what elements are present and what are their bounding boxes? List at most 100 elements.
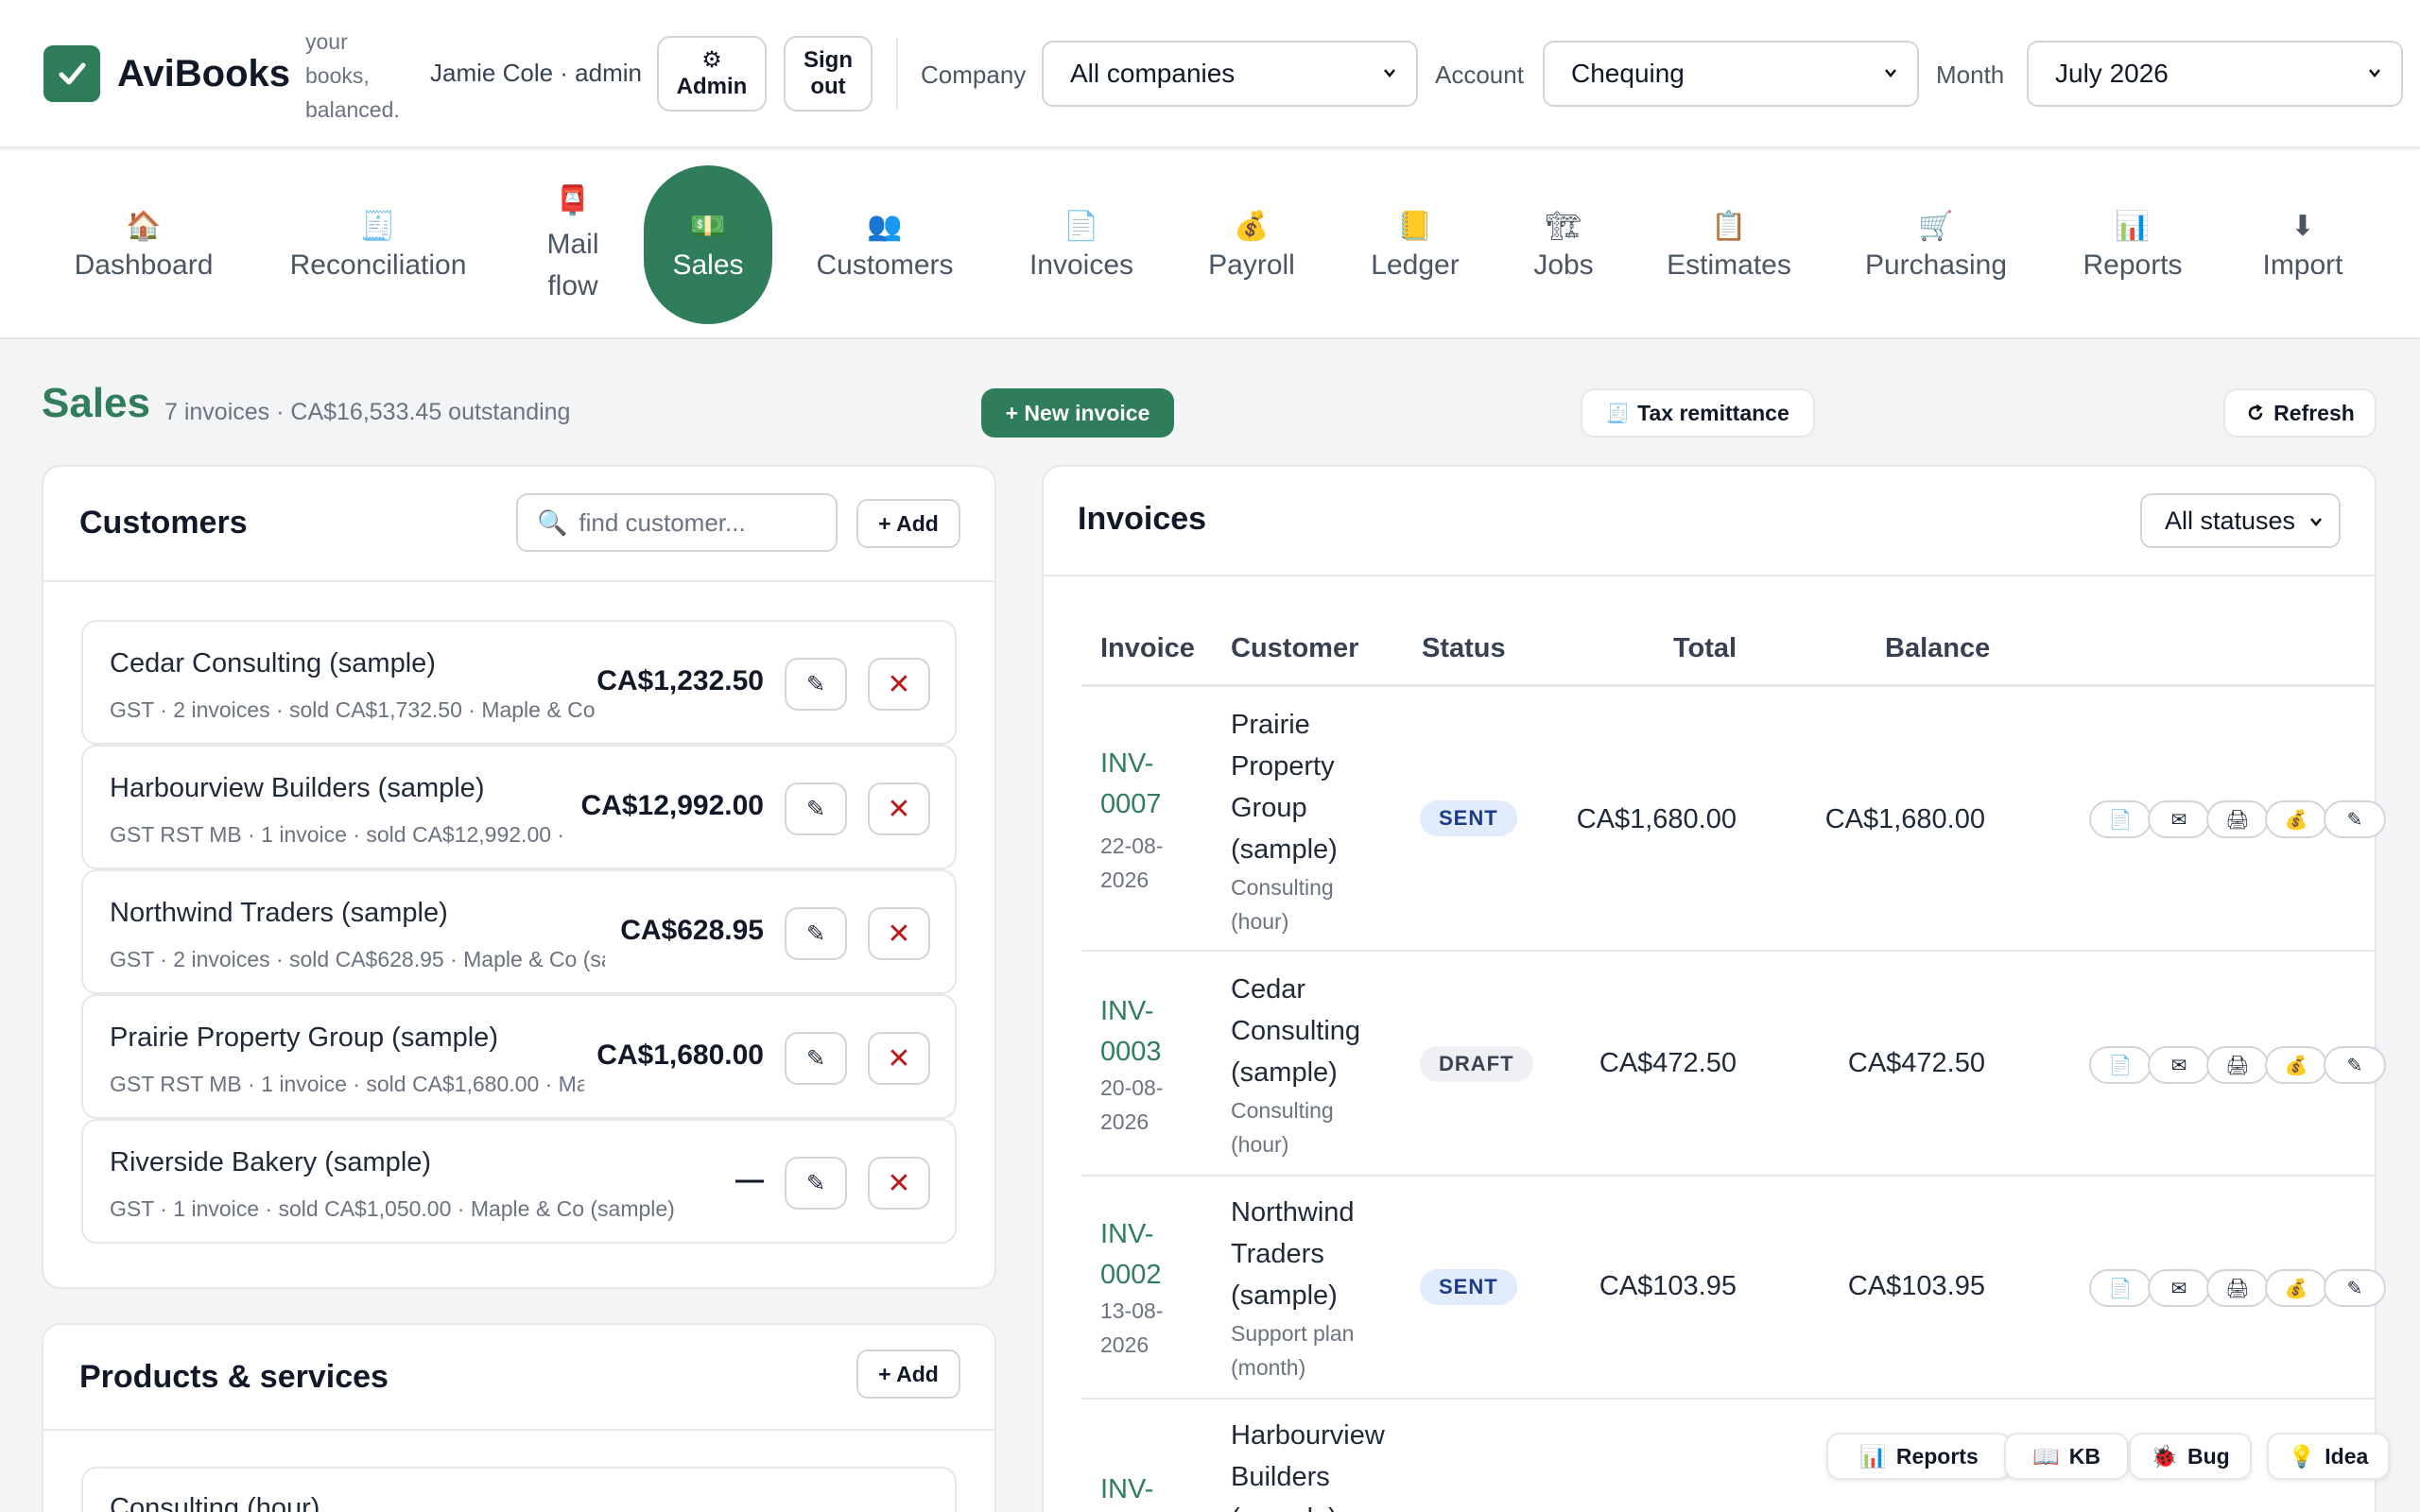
table-row[interactable]: INV- 0002 13-08- 2026 Northwind Traders … (1081, 1177, 2386, 1400)
nav-estimates[interactable]: 📋 Estimates (1658, 150, 1800, 339)
new-invoice-button[interactable]: + New invoice (981, 388, 1174, 438)
nav-sales[interactable]: 💵 Sales (644, 150, 772, 339)
delete-x-icon[interactable]: ✕ (868, 907, 930, 960)
nav-import[interactable]: ⬇ Import (2246, 150, 2360, 339)
nav-purchasing[interactable]: 🛒 Purchasing (1857, 150, 2015, 339)
nav-payroll[interactable]: 💰 Payroll (1193, 150, 1310, 339)
status-filter-select[interactable]: All statuses (2140, 493, 2341, 548)
edit-pencil-icon[interactable]: ✎ (2324, 1269, 2386, 1307)
account-select[interactable]: Chequing (1543, 41, 1919, 107)
pdf-document-icon[interactable]: 📄 (2089, 1269, 2152, 1307)
invoice-number[interactable]: INV- 0002 (1100, 1214, 1176, 1296)
download-icon: ⬇ (2290, 211, 2315, 242)
customer-search-input[interactable] (579, 507, 806, 538)
company-value: All companies (1070, 59, 1236, 88)
edit-pencil-icon[interactable]: ✎ (785, 907, 847, 960)
list-item[interactable]: Northwind Traders (sample) GST · 2 invoi… (81, 869, 957, 994)
table-row[interactable]: INV- 0003 20-08- 2026 Cedar Consulting (… (1081, 954, 2386, 1177)
add-product-button[interactable]: + Add (856, 1349, 960, 1399)
divider (1044, 575, 2375, 576)
delete-x-icon[interactable]: ✕ (868, 658, 930, 711)
list-item[interactable]: Cedar Consulting (sample) GST · 2 invoic… (81, 620, 957, 745)
nav-label: Import (2262, 249, 2343, 281)
customer-meta: GST · 2 invoices · sold CA$628.95 · Mapl… (110, 947, 605, 971)
invoice-date-part: 2026 (1100, 1109, 1150, 1134)
customer-name: Harbourview Builders (sample) (110, 773, 485, 803)
float-kb-button[interactable]: 📖 KB (2004, 1433, 2129, 1480)
list-item[interactable]: Consulting (hour) (81, 1467, 957, 1512)
customer-meta: GST · 1 invoice · sold CA$1,050.00 · Map… (110, 1196, 675, 1221)
nav-customers[interactable]: 👥 Customers (805, 150, 964, 339)
customer-search[interactable]: 🔍 (516, 493, 838, 552)
invoice-customer: Northwind Traders (sample) (1231, 1197, 1355, 1311)
month-select[interactable]: July 2026 (2027, 41, 2403, 107)
edit-pencil-icon[interactable]: ✎ (785, 782, 847, 835)
invoice-date-part: 20-08- (1100, 1075, 1164, 1100)
invoice-number-part: 0003 (1100, 1037, 1162, 1067)
delete-x-icon[interactable]: ✕ (868, 1157, 930, 1210)
status-badge: DRAFT (1420, 1046, 1533, 1082)
nav-invoices[interactable]: 📄 Invoices (1013, 150, 1150, 339)
email-envelope-icon[interactable]: ✉ (2148, 1046, 2210, 1084)
nav-dashboard[interactable]: 🏠 Dashboard (57, 150, 231, 339)
column-header-customer: Customer (1231, 633, 1359, 663)
invoice-number[interactable]: INV- 0003 (1100, 991, 1176, 1073)
record-payment-icon[interactable]: 💰 (2265, 1046, 2327, 1084)
email-envelope-icon[interactable]: ✉ (2148, 1269, 2210, 1307)
nav-ledger[interactable]: 📒 Ledger (1357, 150, 1473, 339)
nav-label: Invoices (1028, 249, 1134, 281)
email-envelope-icon[interactable]: ✉ (2148, 800, 2210, 838)
nav-label: Dashboard (74, 249, 214, 281)
pdf-document-icon[interactable]: 📄 (2089, 800, 2152, 838)
invoice-date: 13-08- 2026 (1100, 1294, 1195, 1362)
sign-out-button[interactable]: Sign out (784, 36, 873, 112)
float-reports-button[interactable]: 📊 Reports (1826, 1433, 2012, 1480)
invoice-customer: Harbourview Builders (sample) (1231, 1420, 1385, 1512)
invoice-number[interactable]: INV- 0007 (1100, 744, 1176, 825)
divider (43, 1429, 994, 1431)
print-icon[interactable]: 🖨 (2206, 1046, 2269, 1084)
float-idea-button[interactable]: 💡 Idea (2267, 1433, 2390, 1480)
add-customer-button[interactable]: + Add (856, 499, 960, 548)
list-item[interactable]: Riverside Bakery (sample) GST · 1 invoic… (81, 1119, 957, 1244)
print-icon[interactable]: 🖨 (2206, 1269, 2269, 1307)
page-subtitle: 7 invoices · CA$16,533.45 outstanding (164, 399, 571, 425)
company-select[interactable]: All companies (1042, 41, 1418, 107)
customer-meta: GST RST MB · 1 invoice · sold CA$12,992.… (110, 822, 567, 847)
nav-jobs[interactable]: 🏗 Jobs (1518, 150, 1609, 339)
invoice-number-part: 0007 (1100, 789, 1162, 819)
delete-x-icon[interactable]: ✕ (868, 1032, 930, 1085)
float-bug-button[interactable]: 🐞 Bug (2129, 1433, 2252, 1480)
list-item[interactable]: Harbourview Builders (sample) GST RST MB… (81, 745, 957, 869)
chevron-down-icon (2310, 518, 2322, 526)
nav-mail-flow[interactable]: 📮 Mail flow (526, 150, 620, 339)
pdf-document-icon[interactable]: 📄 (2089, 1046, 2152, 1084)
list-item[interactable]: Prairie Property Group (sample) GST RST … (81, 994, 957, 1119)
admin-button[interactable]: ⚙ Admin (657, 36, 767, 112)
refresh-label: Refresh (2273, 400, 2355, 425)
delete-x-icon[interactable]: ✕ (868, 782, 930, 835)
record-payment-icon[interactable]: 💰 (2265, 800, 2327, 838)
nav-label: Estimates (1667, 249, 1791, 281)
nav-label: Reports (2083, 249, 2183, 281)
chevron-down-icon (1384, 69, 1395, 77)
nav-reconciliation[interactable]: 🧾 Reconciliation (274, 150, 482, 339)
table-row[interactable]: INV- 0007 22-08- 2026 Prairie Property G… (1081, 687, 2386, 952)
invoice-line-item: Consulting (hour) (1231, 875, 1334, 934)
customer-meta: GST RST MB · 1 invoice · sold CA$1,680.0… (110, 1072, 584, 1096)
edit-pencil-icon[interactable]: ✎ (785, 658, 847, 711)
record-payment-icon[interactable]: 💰 (2265, 1269, 2327, 1307)
customer-balance: CA$12,992.00 (575, 790, 764, 822)
edit-pencil-icon[interactable]: ✎ (2324, 1046, 2386, 1084)
refresh-button[interactable]: Refresh (2223, 388, 2377, 438)
month-label: Month (1936, 60, 2005, 89)
search-icon: 🔍 (537, 507, 568, 537)
nav-label: Jobs (1533, 249, 1594, 281)
tax-remittance-button[interactable]: 🧾 Tax remittance (1581, 388, 1815, 438)
edit-pencil-icon[interactable]: ✎ (785, 1157, 847, 1210)
invoice-number[interactable]: INV- (1100, 1469, 1176, 1510)
edit-pencil-icon[interactable]: ✎ (2324, 800, 2386, 838)
print-icon[interactable]: 🖨 (2206, 800, 2269, 838)
edit-pencil-icon[interactable]: ✎ (785, 1032, 847, 1085)
nav-reports[interactable]: 📊 Reports (2068, 150, 2197, 339)
